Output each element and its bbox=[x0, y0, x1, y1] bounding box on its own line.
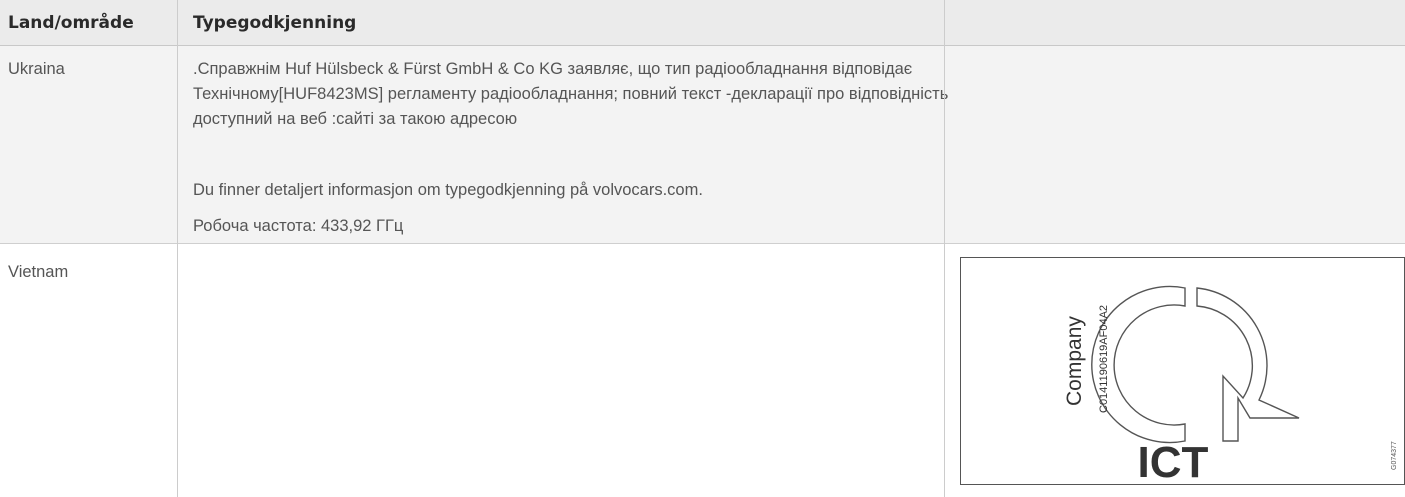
ict-code-text: C0141190619AF04A2 bbox=[1098, 305, 1110, 413]
country-ukraina: Ukraina bbox=[8, 60, 65, 78]
header-country: Land/område bbox=[8, 13, 134, 33]
ict-company-text: Company bbox=[1063, 316, 1086, 406]
type-approval-table: Land/område Typegodkjenning Ukraina .Спр… bbox=[0, 0, 1405, 497]
header-type-approval: Typegodkjenning bbox=[193, 13, 357, 33]
country-vietnam: Vietnam bbox=[8, 263, 69, 281]
ict-logo: Company C0141190619AF04A2 ICT G074377 bbox=[1063, 285, 1398, 487]
ukraina-declaration-text: .Справжнім Huf Hülsbeck & Fürst GmbH & C… bbox=[193, 60, 949, 128]
column-divider bbox=[177, 0, 178, 497]
ict-certification-label: Company C0141190619AF04A2 ICT G074377 bbox=[960, 257, 1405, 487]
ict-mark-text: ICT bbox=[1138, 438, 1209, 484]
ukraina-info-text: Du finner detaljert informasjon om typeg… bbox=[193, 181, 703, 199]
ict-figure-id: G074377 bbox=[1391, 441, 1398, 470]
ukraina-frequency-text: Робоча частота: 433,92 ГГц bbox=[193, 217, 404, 235]
ict-arrow-icon bbox=[1196, 287, 1300, 442]
column-divider bbox=[944, 0, 945, 497]
